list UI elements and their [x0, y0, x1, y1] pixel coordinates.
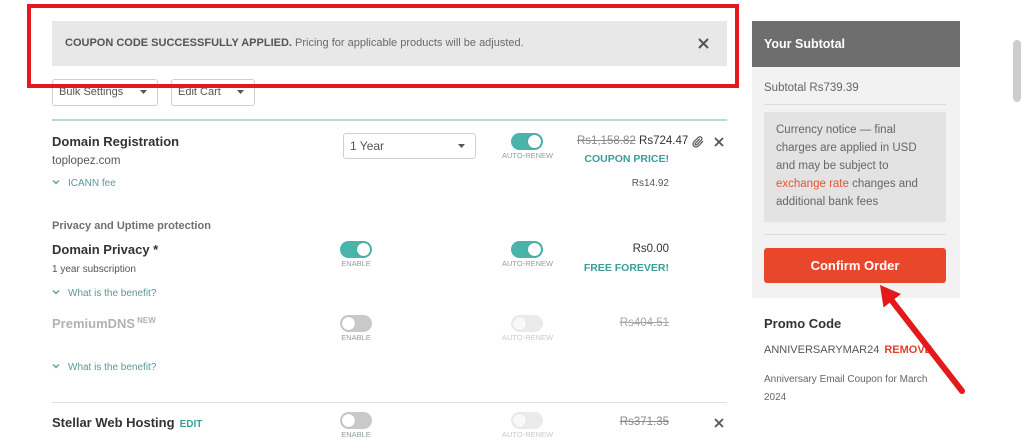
chevron-down-icon — [237, 90, 244, 94]
remove-promo-link[interactable]: REMOVE — [884, 344, 932, 356]
promo-code-heading: Promo Code — [764, 316, 842, 331]
notice-text: Currency notice — final charges are appl… — [776, 124, 917, 172]
domain-auto-renew-toggle[interactable]: AUTO-RENEW — [502, 133, 554, 160]
premium-dns-enable-toggle[interactable]: ENABLE — [331, 315, 381, 342]
exchange-rate-link[interactable]: exchange rate — [776, 178, 849, 190]
benefit-link-label: What is the benefit? — [68, 288, 157, 299]
original-price: Rs1,158.82 — [577, 135, 636, 147]
chevron-down-icon — [52, 180, 60, 185]
domain-privacy-title: Domain Privacy * — [52, 242, 159, 257]
toggle-switch — [511, 412, 543, 429]
web-hosting-title: Stellar Web Hosting EDIT — [52, 415, 202, 433]
close-icon[interactable] — [714, 418, 724, 428]
annotation-highlight-box — [27, 4, 739, 88]
currency-notice: Currency notice — final charges are appl… — [764, 112, 946, 222]
paperclip-icon[interactable] — [692, 136, 704, 148]
close-icon[interactable] — [714, 137, 724, 147]
free-forever-note: FREE FOREVER! — [583, 262, 669, 274]
confirm-order-button[interactable]: Confirm Order — [764, 248, 946, 283]
web-hosting-auto-renew-toggle[interactable]: AUTO-RENEW — [502, 412, 554, 439]
applied-promo-code: ANNIVERSARYMAR24 REMOVE — [764, 343, 932, 357]
toggle-knob — [342, 317, 355, 330]
toggle-switch — [340, 241, 372, 258]
chevron-down-icon — [52, 364, 60, 369]
toggle-knob — [342, 414, 355, 427]
benefit-link-label: What is the benefit? — [68, 362, 157, 373]
cart-page: COUPON CODE SUCCESSFULLY APPLIED. Pricin… — [0, 0, 1024, 440]
subtotal-header: Your Subtotal — [752, 21, 960, 67]
web-hosting-price: Rs371.35 — [549, 415, 669, 429]
auto-renew-label: AUTO-RENEW — [502, 259, 554, 268]
enable-label: ENABLE — [341, 259, 371, 268]
toggle-switch — [511, 315, 543, 332]
new-badge: NEW — [137, 316, 156, 325]
coupon-price: Rs724.47 — [639, 135, 689, 147]
enable-label: ENABLE — [341, 333, 371, 342]
premium-dns-auto-renew-toggle[interactable]: AUTO-RENEW — [502, 315, 554, 342]
domain-price: Rs1,158.82 Rs724.47 — [577, 134, 688, 148]
domain-name: toplopez.com — [52, 155, 121, 167]
domain-privacy-subtitle: 1 year subscription — [52, 264, 136, 275]
toggle-switch — [511, 241, 543, 258]
domain-privacy-auto-renew-toggle[interactable]: AUTO-RENEW — [502, 241, 554, 268]
toggle-switch — [511, 133, 543, 150]
registration-period-value: 1 Year — [350, 139, 385, 153]
chevron-down-icon — [52, 290, 60, 295]
subtotal-line: Subtotal Rs739.39 — [764, 81, 859, 95]
icann-fee-price: Rs14.92 — [631, 178, 669, 189]
promo-description: Anniversary Email Coupon for March 2024 — [764, 374, 928, 403]
enable-label: ENABLE — [341, 430, 371, 439]
toggle-switch — [340, 315, 372, 332]
auto-renew-label: AUTO-RENEW — [502, 333, 554, 342]
chevron-down-icon — [140, 90, 147, 94]
auto-renew-label: AUTO-RENEW — [502, 430, 554, 439]
cart-divider — [52, 402, 727, 403]
section-heading: Privacy and Uptime protection — [52, 220, 211, 232]
subtotal-value: Rs739.39 — [809, 82, 859, 94]
auto-renew-label: AUTO-RENEW — [502, 151, 554, 160]
premium-dns-benefit-expander[interactable]: What is the benefit? — [52, 362, 156, 374]
subtotal-label: Subtotal — [764, 82, 807, 94]
icann-fee-label: ICANN fee — [68, 178, 116, 189]
original-price: Rs404.51 — [619, 317, 669, 329]
sidebar-divider — [764, 104, 946, 105]
web-hosting-name: Stellar Web Hosting — [52, 415, 175, 430]
domain-privacy-price: Rs0.00 — [632, 243, 669, 255]
edit-hosting-link[interactable]: EDIT — [180, 419, 203, 430]
registration-period-select[interactable]: 1 Year — [343, 133, 476, 159]
scrollbar-thumb[interactable] — [1013, 40, 1021, 102]
coupon-price-note: COUPON PRICE! — [584, 153, 669, 165]
premium-dns-price: Rs404.51 — [549, 316, 669, 330]
toggle-knob — [513, 317, 526, 330]
domain-registration-title: Domain Registration — [52, 134, 180, 149]
cart-top-divider — [52, 119, 727, 121]
original-price: Rs371.35 — [619, 416, 669, 428]
sidebar-divider — [764, 234, 946, 235]
premium-dns-name: PremiumDNS — [52, 316, 136, 331]
domain-privacy-enable-toggle[interactable]: ENABLE — [331, 241, 381, 268]
privacy-benefit-expander[interactable]: What is the benefit? — [52, 288, 156, 300]
premium-dns-title: PremiumDNS NEW — [52, 316, 156, 334]
toggle-switch — [340, 412, 372, 429]
web-hosting-enable-toggle[interactable]: ENABLE — [331, 412, 381, 439]
icann-fee-expander[interactable]: ICANN fee — [52, 178, 116, 190]
toggle-knob — [513, 414, 526, 427]
toggle-knob — [528, 135, 541, 148]
toggle-knob — [357, 243, 370, 256]
chevron-down-icon — [458, 144, 465, 148]
toggle-knob — [528, 243, 541, 256]
promo-code-value: ANNIVERSARYMAR24 — [764, 344, 880, 356]
